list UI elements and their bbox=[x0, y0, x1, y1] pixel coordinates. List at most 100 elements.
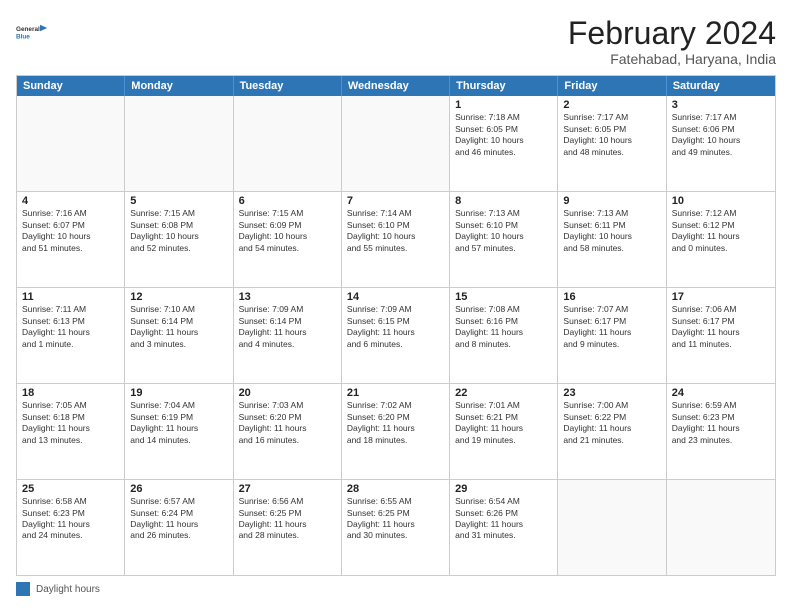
day-number: 5 bbox=[130, 195, 227, 207]
cal-cell: 5Sunrise: 7:15 AM Sunset: 6:08 PM Daylig… bbox=[125, 192, 233, 287]
cal-cell: 6Sunrise: 7:15 AM Sunset: 6:09 PM Daylig… bbox=[234, 192, 342, 287]
day-info: Sunrise: 7:18 AM Sunset: 6:05 PM Dayligh… bbox=[455, 112, 552, 158]
cal-cell: 28Sunrise: 6:55 AM Sunset: 6:25 PM Dayli… bbox=[342, 480, 450, 575]
day-info: Sunrise: 7:15 AM Sunset: 6:09 PM Dayligh… bbox=[239, 208, 336, 254]
day-info: Sunrise: 7:11 AM Sunset: 6:13 PM Dayligh… bbox=[22, 304, 119, 350]
title-block: February 2024 Fatehabad, Haryana, India bbox=[568, 16, 776, 67]
day-info: Sunrise: 7:05 AM Sunset: 6:18 PM Dayligh… bbox=[22, 400, 119, 446]
cal-cell: 14Sunrise: 7:09 AM Sunset: 6:15 PM Dayli… bbox=[342, 288, 450, 383]
day-number: 26 bbox=[130, 483, 227, 495]
day-info: Sunrise: 7:03 AM Sunset: 6:20 PM Dayligh… bbox=[239, 400, 336, 446]
cal-header-day: Monday bbox=[125, 76, 233, 96]
day-info: Sunrise: 7:13 AM Sunset: 6:11 PM Dayligh… bbox=[563, 208, 660, 254]
day-number: 18 bbox=[22, 387, 119, 399]
day-number: 29 bbox=[455, 483, 552, 495]
day-info: Sunrise: 7:15 AM Sunset: 6:08 PM Dayligh… bbox=[130, 208, 227, 254]
day-number: 13 bbox=[239, 291, 336, 303]
day-number: 6 bbox=[239, 195, 336, 207]
sub-title: Fatehabad, Haryana, India bbox=[568, 51, 776, 67]
day-number: 21 bbox=[347, 387, 444, 399]
day-info: Sunrise: 7:13 AM Sunset: 6:10 PM Dayligh… bbox=[455, 208, 552, 254]
cal-cell: 8Sunrise: 7:13 AM Sunset: 6:10 PM Daylig… bbox=[450, 192, 558, 287]
cal-cell: 12Sunrise: 7:10 AM Sunset: 6:14 PM Dayli… bbox=[125, 288, 233, 383]
cal-cell: 25Sunrise: 6:58 AM Sunset: 6:23 PM Dayli… bbox=[17, 480, 125, 575]
day-number: 9 bbox=[563, 195, 660, 207]
day-number: 11 bbox=[22, 291, 119, 303]
day-info: Sunrise: 6:58 AM Sunset: 6:23 PM Dayligh… bbox=[22, 496, 119, 542]
cal-row: 25Sunrise: 6:58 AM Sunset: 6:23 PM Dayli… bbox=[17, 480, 775, 575]
day-number: 20 bbox=[239, 387, 336, 399]
cal-cell: 16Sunrise: 7:07 AM Sunset: 6:17 PM Dayli… bbox=[558, 288, 666, 383]
footer: Daylight hours bbox=[16, 582, 776, 596]
cal-header-day: Sunday bbox=[17, 76, 125, 96]
calendar: SundayMondayTuesdayWednesdayThursdayFrid… bbox=[16, 75, 776, 576]
day-number: 14 bbox=[347, 291, 444, 303]
day-number: 2 bbox=[563, 99, 660, 111]
cal-header-day: Saturday bbox=[667, 76, 775, 96]
day-number: 1 bbox=[455, 99, 552, 111]
cal-cell: 22Sunrise: 7:01 AM Sunset: 6:21 PM Dayli… bbox=[450, 384, 558, 479]
cal-cell: 21Sunrise: 7:02 AM Sunset: 6:20 PM Dayli… bbox=[342, 384, 450, 479]
cal-cell bbox=[667, 480, 775, 575]
page: GeneralBlue February 2024 Fatehabad, Har… bbox=[0, 0, 792, 612]
day-number: 3 bbox=[672, 99, 770, 111]
day-number: 15 bbox=[455, 291, 552, 303]
cal-cell: 29Sunrise: 6:54 AM Sunset: 6:26 PM Dayli… bbox=[450, 480, 558, 575]
cal-row: 1Sunrise: 7:18 AM Sunset: 6:05 PM Daylig… bbox=[17, 96, 775, 192]
day-number: 24 bbox=[672, 387, 770, 399]
day-number: 7 bbox=[347, 195, 444, 207]
cal-cell bbox=[558, 480, 666, 575]
cal-cell: 17Sunrise: 7:06 AM Sunset: 6:17 PM Dayli… bbox=[667, 288, 775, 383]
cal-cell bbox=[234, 96, 342, 191]
day-number: 23 bbox=[563, 387, 660, 399]
day-info: Sunrise: 7:07 AM Sunset: 6:17 PM Dayligh… bbox=[563, 304, 660, 350]
day-number: 12 bbox=[130, 291, 227, 303]
cal-cell: 13Sunrise: 7:09 AM Sunset: 6:14 PM Dayli… bbox=[234, 288, 342, 383]
main-title: February 2024 bbox=[568, 16, 776, 51]
svg-text:Blue: Blue bbox=[16, 33, 30, 40]
legend-color-box bbox=[16, 582, 30, 596]
cal-cell bbox=[125, 96, 233, 191]
day-info: Sunrise: 6:54 AM Sunset: 6:26 PM Dayligh… bbox=[455, 496, 552, 542]
day-info: Sunrise: 6:59 AM Sunset: 6:23 PM Dayligh… bbox=[672, 400, 770, 446]
cal-cell: 3Sunrise: 7:17 AM Sunset: 6:06 PM Daylig… bbox=[667, 96, 775, 191]
cal-cell: 9Sunrise: 7:13 AM Sunset: 6:11 PM Daylig… bbox=[558, 192, 666, 287]
cal-cell: 19Sunrise: 7:04 AM Sunset: 6:19 PM Dayli… bbox=[125, 384, 233, 479]
day-info: Sunrise: 7:00 AM Sunset: 6:22 PM Dayligh… bbox=[563, 400, 660, 446]
day-number: 27 bbox=[239, 483, 336, 495]
cal-cell: 4Sunrise: 7:16 AM Sunset: 6:07 PM Daylig… bbox=[17, 192, 125, 287]
cal-cell: 10Sunrise: 7:12 AM Sunset: 6:12 PM Dayli… bbox=[667, 192, 775, 287]
cal-cell: 15Sunrise: 7:08 AM Sunset: 6:16 PM Dayli… bbox=[450, 288, 558, 383]
day-info: Sunrise: 7:17 AM Sunset: 6:05 PM Dayligh… bbox=[563, 112, 660, 158]
day-info: Sunrise: 7:10 AM Sunset: 6:14 PM Dayligh… bbox=[130, 304, 227, 350]
day-number: 4 bbox=[22, 195, 119, 207]
day-number: 19 bbox=[130, 387, 227, 399]
cal-cell: 27Sunrise: 6:56 AM Sunset: 6:25 PM Dayli… bbox=[234, 480, 342, 575]
day-number: 16 bbox=[563, 291, 660, 303]
cal-cell: 23Sunrise: 7:00 AM Sunset: 6:22 PM Dayli… bbox=[558, 384, 666, 479]
cal-cell: 18Sunrise: 7:05 AM Sunset: 6:18 PM Dayli… bbox=[17, 384, 125, 479]
cal-cell: 26Sunrise: 6:57 AM Sunset: 6:24 PM Dayli… bbox=[125, 480, 233, 575]
cal-header-day: Tuesday bbox=[234, 76, 342, 96]
cal-header-day: Friday bbox=[558, 76, 666, 96]
cal-cell: 24Sunrise: 6:59 AM Sunset: 6:23 PM Dayli… bbox=[667, 384, 775, 479]
cal-row: 18Sunrise: 7:05 AM Sunset: 6:18 PM Dayli… bbox=[17, 384, 775, 480]
cal-cell: 7Sunrise: 7:14 AM Sunset: 6:10 PM Daylig… bbox=[342, 192, 450, 287]
day-number: 8 bbox=[455, 195, 552, 207]
day-info: Sunrise: 7:02 AM Sunset: 6:20 PM Dayligh… bbox=[347, 400, 444, 446]
day-number: 25 bbox=[22, 483, 119, 495]
day-info: Sunrise: 6:55 AM Sunset: 6:25 PM Dayligh… bbox=[347, 496, 444, 542]
logo: GeneralBlue bbox=[16, 16, 48, 48]
calendar-header: SundayMondayTuesdayWednesdayThursdayFrid… bbox=[17, 76, 775, 96]
day-info: Sunrise: 7:12 AM Sunset: 6:12 PM Dayligh… bbox=[672, 208, 770, 254]
day-info: Sunrise: 7:06 AM Sunset: 6:17 PM Dayligh… bbox=[672, 304, 770, 350]
day-number: 22 bbox=[455, 387, 552, 399]
day-number: 10 bbox=[672, 195, 770, 207]
cal-cell: 20Sunrise: 7:03 AM Sunset: 6:20 PM Dayli… bbox=[234, 384, 342, 479]
cal-row: 11Sunrise: 7:11 AM Sunset: 6:13 PM Dayli… bbox=[17, 288, 775, 384]
day-info: Sunrise: 7:04 AM Sunset: 6:19 PM Dayligh… bbox=[130, 400, 227, 446]
svg-text:General: General bbox=[16, 26, 40, 33]
day-info: Sunrise: 6:56 AM Sunset: 6:25 PM Dayligh… bbox=[239, 496, 336, 542]
day-info: Sunrise: 7:14 AM Sunset: 6:10 PM Dayligh… bbox=[347, 208, 444, 254]
cal-header-day: Wednesday bbox=[342, 76, 450, 96]
